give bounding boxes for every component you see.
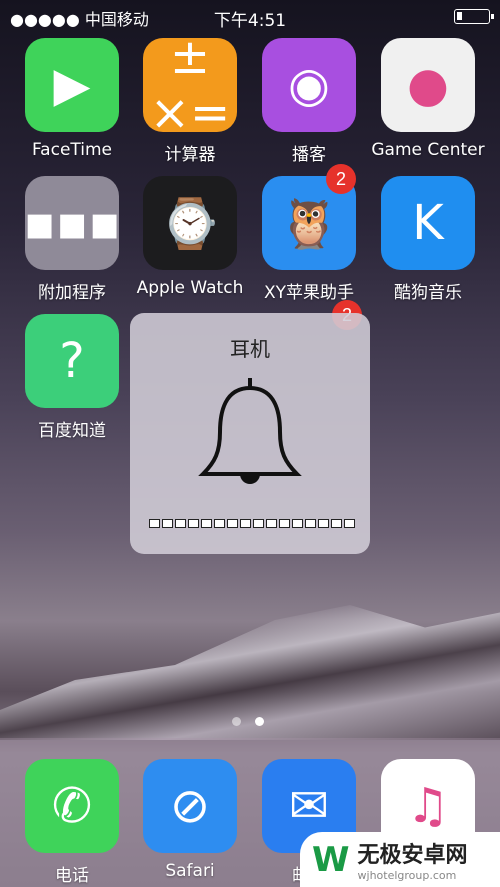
page-dot[interactable]	[255, 717, 264, 726]
watermark-name: 无极安卓网	[357, 843, 468, 868]
app-folder[interactable]: ▪▪▪ 附加程序	[13, 176, 131, 303]
page-dot[interactable]	[232, 717, 241, 726]
phone-icon: ✆	[25, 759, 119, 853]
apple-watch-icon: ⌚	[143, 176, 237, 270]
app-label: XY苹果助手	[263, 283, 355, 303]
watermark-url: wjhotelgroup.com	[357, 869, 457, 882]
app-baidu-zhidao[interactable]: ? 百度知道	[13, 314, 131, 441]
volume-hud: 耳机	[130, 313, 370, 554]
baidu-zhidao-icon: ?	[25, 314, 119, 408]
game-center-icon: ●	[381, 38, 475, 132]
notification-badge: 2	[326, 164, 356, 194]
app-label: 播客	[292, 145, 326, 165]
app-xy-assistant[interactable]: 🦉 2 XY苹果助手	[250, 164, 368, 303]
app-label: Safari	[165, 861, 215, 881]
volume-segment	[344, 519, 355, 528]
app-label: 计算器	[164, 145, 216, 165]
volume-segment	[149, 519, 160, 528]
app-label: Apple Watch	[136, 278, 244, 298]
app-label: FaceTime	[31, 140, 113, 160]
app-phone[interactable]: ✆ 电话	[13, 759, 131, 886]
volume-level	[149, 519, 355, 528]
volume-segment	[305, 519, 316, 528]
volume-segment	[188, 519, 199, 528]
xy-assistant-icon: 🦉 2	[262, 164, 356, 270]
app-apple-watch[interactable]: ⌚ Apple Watch	[131, 176, 249, 298]
volume-segment	[201, 519, 212, 528]
volume-segment	[279, 519, 290, 528]
app-podcasts[interactable]: ◉ 播客	[250, 38, 368, 165]
watermark: W 无极安卓网 wjhotelgroup.com	[300, 832, 500, 887]
app-label: 百度知道	[38, 421, 106, 441]
volume-segment	[240, 519, 251, 528]
calculator-icon: ± ×=	[143, 38, 237, 132]
status-bar: ●●●●● 中国移动 下午4:51	[0, 0, 500, 32]
safari-icon: ⊘	[143, 759, 237, 853]
app-calculator[interactable]: ± ×= 计算器	[131, 38, 249, 165]
volume-segment	[318, 519, 329, 528]
kugou-icon: K	[381, 176, 475, 270]
app-kugou[interactable]: K 酷狗音乐	[369, 176, 487, 303]
watermark-logo: W	[312, 839, 350, 880]
volume-segment	[214, 519, 225, 528]
app-label: 电话	[55, 866, 89, 886]
volume-segment	[266, 519, 277, 528]
volume-segment	[331, 519, 342, 528]
podcasts-icon: ◉	[262, 38, 356, 132]
app-safari[interactable]: ⊘ Safari	[131, 759, 249, 881]
app-label: 酷狗音乐	[394, 283, 462, 303]
app-label: 附加程序	[38, 283, 106, 303]
bell-icon	[198, 378, 302, 484]
volume-segment	[162, 519, 173, 528]
app-facetime[interactable]: ▶ FaceTime	[13, 38, 131, 160]
app-game-center[interactable]: ● Game Center	[369, 38, 487, 160]
volume-segment	[292, 519, 303, 528]
volume-segment	[253, 519, 264, 528]
hud-title: 耳机	[230, 337, 270, 361]
volume-segment	[175, 519, 186, 528]
app-label: Game Center	[371, 140, 485, 160]
page-indicator[interactable]	[232, 717, 264, 726]
folder-icon: ▪▪▪	[25, 176, 119, 270]
battery-icon	[454, 9, 494, 24]
clock: 下午4:51	[213, 11, 287, 31]
facetime-icon: ▶	[25, 38, 119, 132]
volume-segment	[227, 519, 238, 528]
